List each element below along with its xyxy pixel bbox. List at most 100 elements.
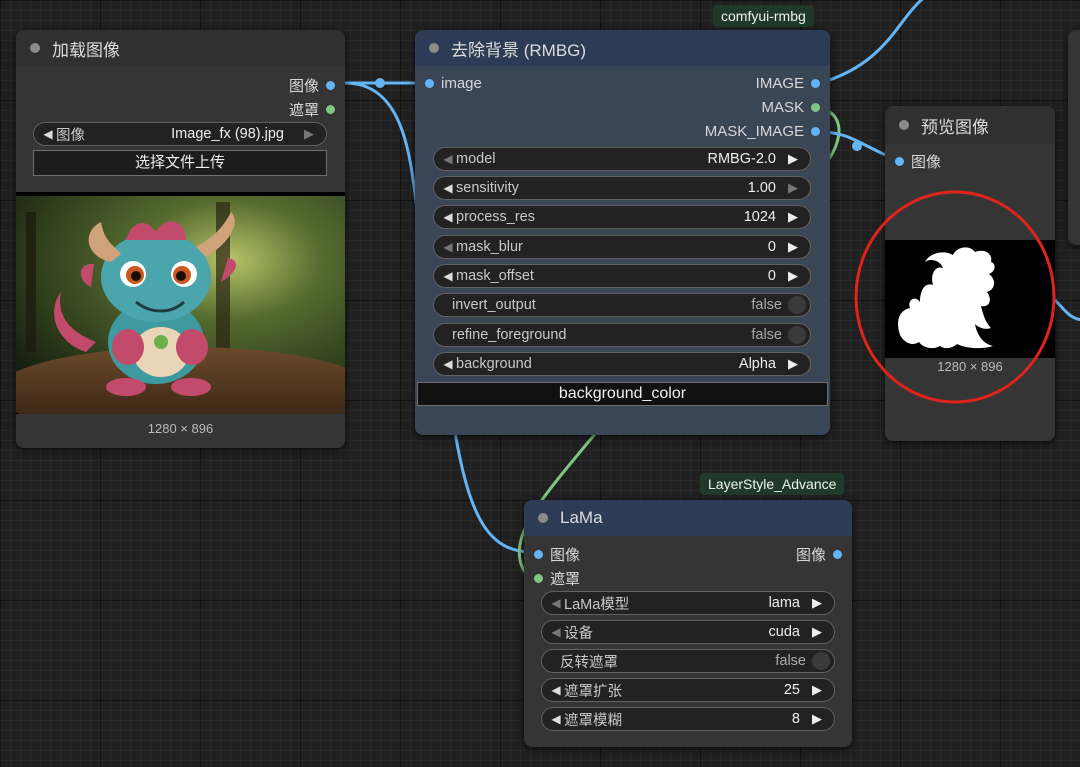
slot-label: 图像 [288,78,319,95]
slot-label: MASK [761,99,804,116]
arrow-right-icon[interactable]: ▶ [808,624,826,640]
upload-button[interactable]: 选择文件上传 [33,150,327,176]
slot-dot[interactable] [811,103,820,112]
toggle-knob[interactable] [788,326,806,344]
mask-offset-number[interactable]: ◀ mask_offset 0 ▶ [433,264,811,288]
slot-dot[interactable] [326,81,335,90]
input-slot-image[interactable]: 图像 图像 [524,541,852,565]
widget-name: 图像 [56,127,85,144]
node-title: 加载图像 [52,40,120,60]
widget-value: false [751,297,782,313]
widget-value: 1.00 [747,180,776,196]
arrow-right-icon[interactable]: ▶ [784,268,802,284]
lama-node[interactable]: LaMa 图像 图像 遮罩 ◀ LaMa模型 lama ▶ ◀ 设备 cuda … [524,500,852,747]
arrow-right-icon[interactable]: ▶ [784,151,802,167]
slot-dot[interactable] [534,574,543,583]
widget-value: Image_fx (98).jpg [171,126,284,142]
load-image-node[interactable]: 加载图像 图像 遮罩 ◀ 图像 Image_fx (98).jpg ▶ 选择文件… [16,30,345,448]
arrow-right-icon[interactable]: ▶ [808,595,826,611]
device-combo[interactable]: ◀ 设备 cuda ▶ [541,620,835,644]
slot-dot[interactable] [833,550,842,559]
widget-name: refine_foreground [452,327,567,343]
arrow-left-icon[interactable]: ◀ [440,357,456,371]
node-title-bar[interactable]: 去除背景 (RMBG) [415,30,830,66]
toggle-knob[interactable] [812,652,830,670]
input-slot-image[interactable]: image IMAGE [415,72,830,96]
arrow-left-icon[interactable]: ◀ [440,269,456,283]
background-color-button[interactable]: background_color [417,382,828,406]
arrow-left-icon[interactable]: ◀ [548,712,564,726]
slot-dot[interactable] [811,127,820,136]
slot-dot[interactable] [895,157,904,166]
slot-label: image [441,75,482,92]
node-title-bar[interactable]: 预览图像 [885,106,1055,144]
background-combo[interactable]: ◀ background Alpha ▶ [433,352,811,376]
refine-foreground-toggle[interactable]: refine_foreground false [433,323,811,347]
arrow-left-icon[interactable]: ◀ [548,596,564,610]
process-res-number[interactable]: ◀ process_res 1024 ▶ [433,205,811,229]
widget-name: 遮罩扩张 [564,683,622,700]
widget-value: 8 [791,711,800,727]
node-collapse-dot[interactable] [538,513,548,523]
slot-dot[interactable] [811,79,820,88]
image-size-label: 1280 × 896 [147,421,214,436]
arrow-left-icon[interactable]: ◀ [440,240,456,254]
arrow-right-icon[interactable]: ▶ [784,356,802,372]
arrow-right-icon[interactable]: ▶ [784,180,802,196]
arrow-right-icon[interactable]: ▶ [808,682,826,698]
node-title-bar[interactable]: LaMa [524,500,852,536]
partial-node-right[interactable] [1068,30,1080,245]
arrow-right-icon[interactable]: ▶ [784,209,802,225]
node-title: 预览图像 [921,117,989,137]
output-slot-image[interactable]: 图像 [16,72,345,96]
invert-output-toggle[interactable]: invert_output false [433,293,811,317]
slot-dot[interactable] [534,550,543,559]
arrow-left-icon[interactable]: ◀ [440,210,456,224]
mask-blur-number[interactable]: ◀ 遮罩模糊 8 ▶ [541,707,835,731]
input-slot-mask[interactable]: 遮罩 [524,565,852,589]
slot-label: 遮罩 [288,102,319,119]
output-slot-mask-image[interactable]: MASK_IMAGE [415,120,830,144]
toggle-knob[interactable] [788,296,806,314]
arrow-right-icon[interactable]: ▶ [808,711,826,727]
node-collapse-dot[interactable] [429,43,439,53]
arrow-left-icon[interactable]: ◀ [548,625,564,639]
sensitivity-number[interactable]: ◀ sensitivity 1.00 ▶ [433,176,811,200]
slot-label: IMAGE [755,75,804,92]
node-collapse-dot[interactable] [30,43,40,53]
widget-name: process_res [456,209,535,225]
rmbg-node[interactable]: 去除背景 (RMBG) image IMAGE MASK MASK_IMAGE … [415,30,830,435]
arrow-left-icon[interactable]: ◀ [440,181,456,195]
input-slot-image[interactable]: 图像 [885,148,1055,172]
mask-blur-number[interactable]: ◀ mask_blur 0 ▶ [433,235,811,259]
slot-label: MASK_IMAGE [704,123,804,140]
image-combo-widget[interactable]: ◀ 图像 Image_fx (98).jpg ▶ [33,122,327,146]
output-slot-mask[interactable]: 遮罩 [16,96,345,120]
node-title-bar[interactable]: 加载图像 [16,30,345,66]
arrow-left-icon[interactable]: ◀ [40,127,56,141]
highlight-circle [854,190,1056,404]
widget-value: cuda [768,624,800,640]
widget-value: lama [768,595,800,611]
model-combo[interactable]: ◀ model RMBG-2.0 ▶ [433,147,811,171]
widget-value: 0 [767,268,776,284]
slot-label: 遮罩 [550,571,581,588]
widget-name: LaMa模型 [564,596,630,613]
arrow-right-icon[interactable]: ▶ [300,126,318,142]
mask-grow-number[interactable]: ◀ 遮罩扩张 25 ▶ [541,678,835,702]
slot-dot[interactable] [425,79,434,88]
widget-name: 反转遮罩 [560,654,618,671]
widget-value: false [775,653,806,669]
slot-dot[interactable] [326,105,335,114]
node-collapse-dot[interactable] [899,120,909,130]
output-slot-mask[interactable]: MASK [415,96,830,120]
arrow-left-icon[interactable]: ◀ [548,683,564,697]
reroute-dot [375,78,385,88]
invert-mask-toggle[interactable]: 反转遮罩 false [541,649,835,673]
lama-model-combo[interactable]: ◀ LaMa模型 lama ▶ [541,591,835,615]
widget-value: 1024 [743,209,776,225]
arrow-left-icon[interactable]: ◀ [440,152,456,166]
widget-value: RMBG-2.0 [707,151,777,167]
widget-name: model [456,151,496,167]
arrow-right-icon[interactable]: ▶ [784,239,802,255]
